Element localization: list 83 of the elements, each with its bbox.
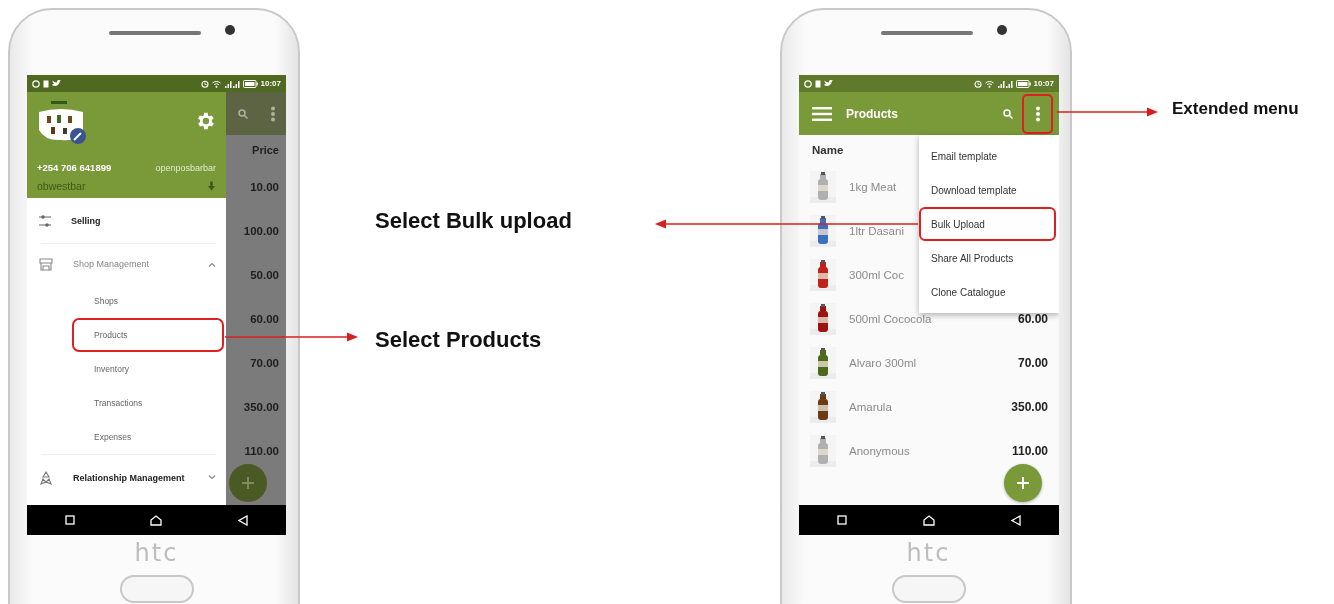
menu-item[interactable]: Email template: [919, 139, 1056, 173]
recents-icon[interactable]: [837, 515, 847, 525]
price-text: 350.00: [1011, 400, 1048, 414]
search-icon[interactable]: [1002, 107, 1014, 120]
menu-group[interactable]: Relationship Management: [73, 472, 188, 483]
phone-brand: htc: [133, 539, 180, 567]
menu-group[interactable]: Shop Management: [73, 259, 188, 269]
collapse-caret-icon[interactable]: [208, 261, 216, 267]
product-name: Alvaro 300ml: [849, 357, 917, 369]
product-name: 1kg Meat: [849, 181, 897, 193]
alarm-icon: [973, 79, 982, 88]
expand-caret-icon[interactable]: [208, 475, 216, 480]
wifi-icon: [211, 79, 221, 88]
home-button[interactable]: [892, 575, 966, 603]
price-text: 60.00: [1017, 312, 1048, 326]
menu-item[interactable]: Share All Products: [919, 241, 1056, 275]
camera-lens: [997, 25, 1007, 35]
column-header: Price: [251, 143, 280, 158]
chat-icon: [804, 79, 812, 88]
product-name: Anonymous: [849, 445, 910, 457]
phone-number: +254 706 641899: [37, 162, 112, 173]
price-text: 350.00: [242, 400, 280, 415]
more-icon: [1034, 105, 1041, 122]
signal-icon: [996, 79, 1013, 88]
shop-name: obwestbar: [37, 180, 86, 192]
chat-icon: [32, 79, 40, 88]
menu-icon[interactable]: [812, 106, 832, 121]
callout-label: Select Bulk upload: [375, 210, 572, 232]
submenu-item[interactable]: Expenses: [72, 420, 224, 454]
username: openposbarbar: [155, 162, 216, 173]
price-text: 110.00: [1011, 444, 1048, 458]
bird-icon: [52, 80, 61, 87]
bird-icon: [824, 80, 833, 87]
clock-time: 10:07: [1033, 79, 1054, 88]
submenu-item[interactable]: Transactions: [72, 386, 224, 420]
plus-icon: [241, 476, 255, 490]
sim-icon: [43, 79, 49, 88]
battery-icon: [1015, 79, 1031, 88]
search-icon[interactable]: [236, 107, 249, 120]
home-button[interactable]: [120, 575, 194, 603]
home-icon[interactable]: [923, 514, 935, 526]
sim-icon: [815, 79, 821, 88]
menu-item[interactable]: Bulk Upload: [919, 207, 1056, 241]
submenu-item[interactable]: Inventory: [72, 352, 224, 386]
recents-icon[interactable]: [64, 515, 75, 525]
sliders-icon: [39, 213, 51, 228]
more-icon[interactable]: [269, 105, 276, 122]
price-text: 50.00: [249, 268, 280, 283]
more-button[interactable]: [1022, 93, 1053, 134]
price-text: 70.00: [1017, 356, 1048, 370]
submenu-item[interactable]: Products: [72, 318, 224, 352]
submenu-item[interactable]: Shops: [72, 284, 224, 318]
price-text: 110.00: [243, 444, 280, 459]
menu-item[interactable]: Clone Catalogue: [919, 275, 1056, 309]
back-icon[interactable]: [238, 514, 249, 526]
battery-icon: [242, 79, 258, 88]
callout-label: Select Products: [375, 329, 542, 351]
price-text: 100.00: [242, 224, 280, 239]
callout-label: Extended menu: [1172, 100, 1299, 117]
price-text: 70.00: [249, 356, 280, 371]
add-button[interactable]: [1004, 464, 1042, 502]
camera-lens: [225, 25, 235, 35]
alarm-icon: [200, 79, 209, 88]
plus-icon: [1016, 476, 1030, 490]
menu-item[interactable]: Download template: [919, 173, 1056, 207]
product-name: Amarula: [849, 401, 892, 413]
phone-brand: htc: [905, 539, 952, 567]
price-text: 10.00: [249, 180, 280, 195]
screen-title: Products: [846, 106, 899, 121]
store-icon: [39, 257, 53, 271]
product-name: 500ml Cococola: [849, 313, 932, 325]
product-name: 300ml Coc: [849, 269, 904, 281]
product-name: 1ltr Dasani: [849, 225, 904, 237]
clock-time: 10:07: [260, 79, 281, 88]
down-arrow-icon[interactable]: [207, 181, 216, 191]
price-text: 60.00: [249, 312, 280, 327]
signal-icon: [223, 79, 240, 88]
column-header: Name: [812, 144, 844, 156]
home-icon[interactable]: [150, 514, 163, 526]
menu-item[interactable]: Selling: [71, 215, 216, 226]
add-button[interactable]: [229, 464, 267, 502]
wifi-icon: [984, 79, 994, 88]
back-icon[interactable]: [1011, 514, 1021, 526]
